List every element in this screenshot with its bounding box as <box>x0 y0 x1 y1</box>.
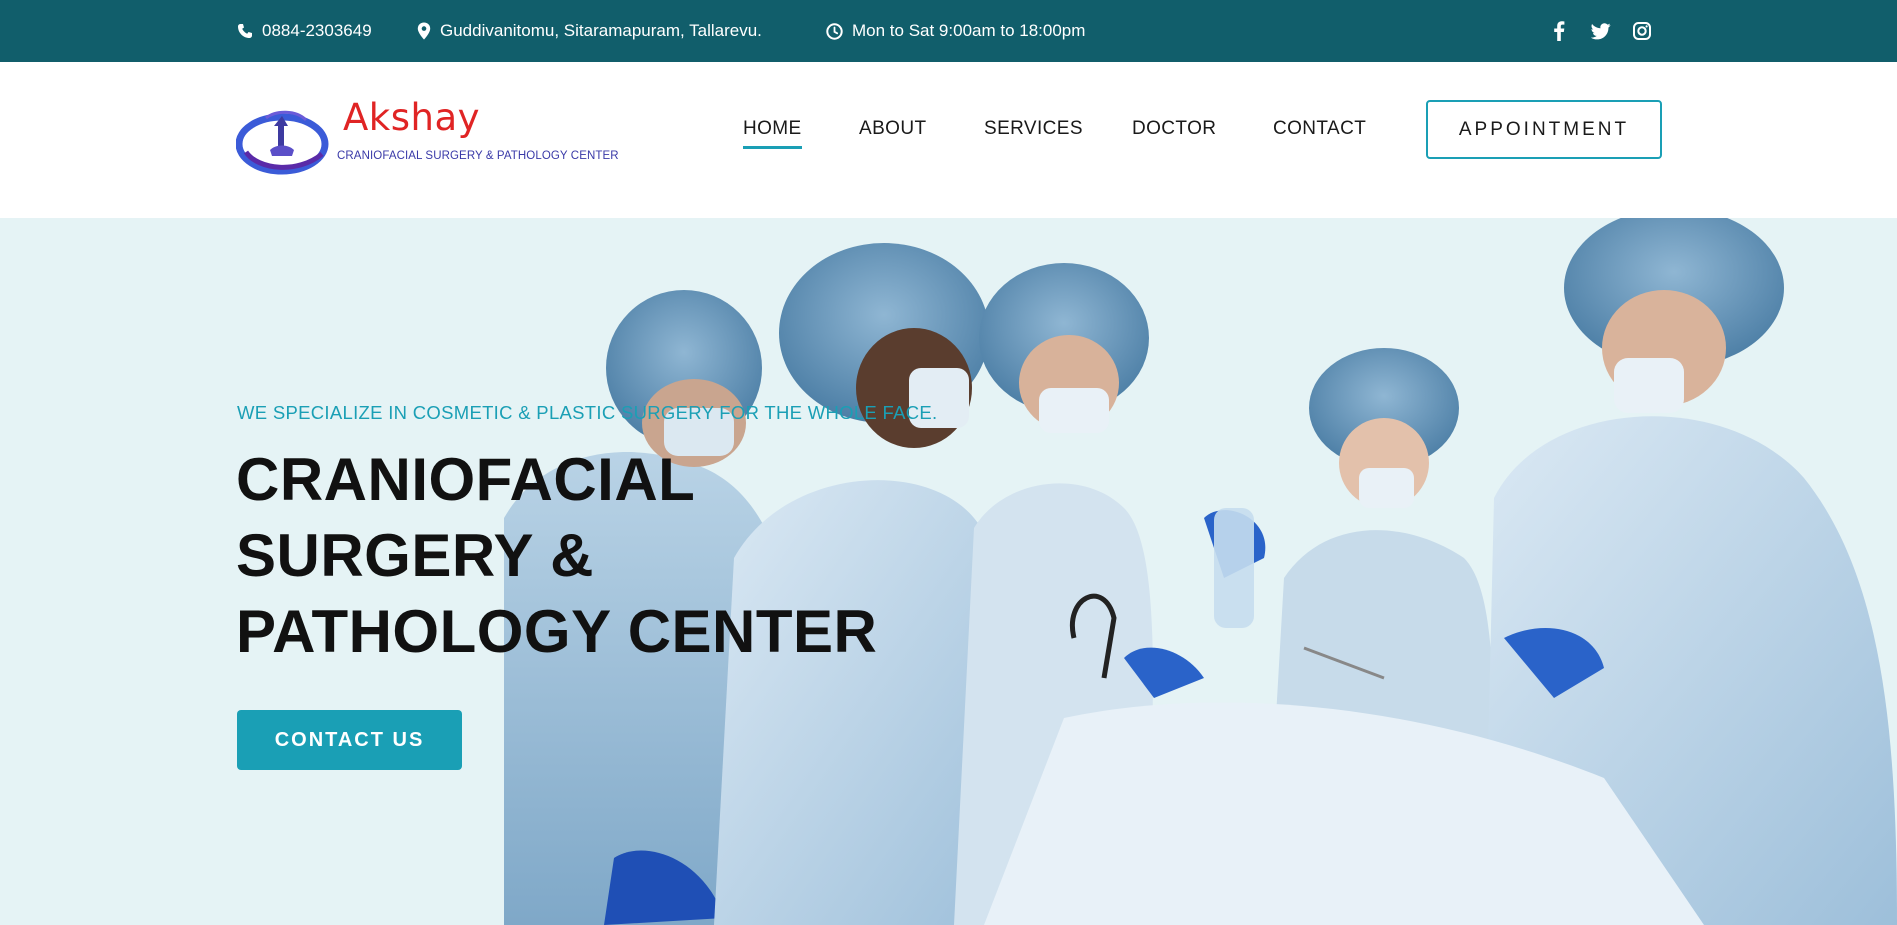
nav-services[interactable]: SERVICES <box>984 118 1083 140</box>
map-pin-icon <box>417 22 431 40</box>
phone-number: 0884-2303649 <box>262 21 372 40</box>
nav-doctor[interactable]: DOCTOR <box>1132 118 1216 140</box>
nav-home[interactable]: HOME <box>743 118 802 149</box>
site-header: Akshay CRANIOFACIAL SURGERY & PATHOLOGY … <box>0 62 1897 218</box>
instagram-icon[interactable] <box>1633 22 1651 40</box>
top-info-bar: 0884-2303649 Guddivanitomu, Sitaramapura… <box>0 0 1897 62</box>
appointment-button[interactable]: APPOINTMENT <box>1426 100 1662 159</box>
clinic-logo-icon[interactable] <box>236 104 332 178</box>
twitter-icon[interactable] <box>1591 22 1611 40</box>
brand-tagline: CRANIOFACIAL SURGERY & PATHOLOGY CENTER <box>337 150 619 162</box>
address-info: Guddivanitomu, Sitaramapuram, Tallarevu. <box>417 0 762 62</box>
hero-tagline: WE SPECIALIZE IN COSMETIC & PLASTIC SURG… <box>237 402 938 423</box>
hero-section: WE SPECIALIZE IN COSMETIC & PLASTIC SURG… <box>0 218 1897 925</box>
social-links <box>1553 0 1651 62</box>
nav-contact[interactable]: CONTACT <box>1273 118 1366 140</box>
headline-line-2: SURGERY & <box>236 522 594 589</box>
clock-icon <box>826 22 843 40</box>
phone-info[interactable]: 0884-2303649 <box>237 0 372 62</box>
address-text: Guddivanitomu, Sitaramapuram, Tallarevu. <box>440 21 762 40</box>
hours-text: Mon to Sat 9:00am to 18:00pm <box>852 21 1086 40</box>
headline-line-3: PATHOLOGY CENTER <box>236 598 878 665</box>
nav-about[interactable]: ABOUT <box>859 118 926 140</box>
headline-line-1: CRANIOFACIAL <box>236 446 696 513</box>
brand-name[interactable]: Akshay <box>343 96 480 139</box>
facebook-icon[interactable] <box>1553 21 1565 41</box>
hours-info: Mon to Sat 9:00am to 18:00pm <box>826 0 1085 62</box>
contact-us-button[interactable]: CONTACT US <box>237 710 462 770</box>
phone-icon <box>238 24 252 38</box>
hero-headline: CRANIOFACIAL SURGERY & PATHOLOGY CENTER <box>236 442 936 670</box>
